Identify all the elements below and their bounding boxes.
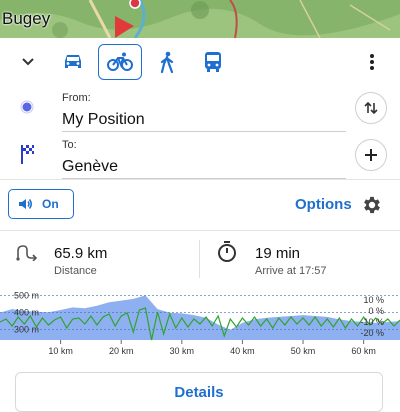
divider: [0, 230, 400, 231]
x-tick-label: 10 km: [48, 346, 73, 356]
to-label: To:: [62, 139, 77, 151]
options-link[interactable]: Options: [295, 196, 352, 213]
mode-transit-button[interactable]: [191, 44, 235, 80]
stats-separator: [199, 240, 200, 278]
voice-guidance-toggle[interactable]: On: [8, 189, 74, 219]
from-label: From:: [62, 92, 91, 104]
arrival-time-label: Arrive at 17:57: [255, 265, 327, 277]
details-button-label: Details: [174, 383, 224, 401]
add-waypoint-button[interactable]: [355, 139, 387, 171]
bus-icon: [205, 52, 221, 72]
swap-route-button[interactable]: [355, 92, 387, 124]
start-point-icon: [20, 100, 34, 114]
route-sheet: From: My Position To: Genève On Options: [0, 38, 400, 412]
right-tick-label: -20 %: [360, 328, 384, 338]
from-underline: [62, 131, 346, 132]
distance-value: 65.9 km: [54, 245, 108, 262]
more-vertical-icon: [370, 54, 374, 70]
chevron-down-icon: [22, 58, 34, 66]
more-options-button[interactable]: [358, 46, 386, 78]
stopwatch-icon: [218, 241, 236, 262]
route-distance-icon: [16, 245, 38, 261]
settings-button[interactable]: [359, 192, 385, 218]
right-tick-label: -10 %: [360, 317, 384, 327]
destination-flag-icon: [21, 145, 34, 164]
map-terrain: [0, 0, 400, 38]
right-tick-label: 10 %: [363, 295, 384, 305]
from-field[interactable]: My Position: [62, 111, 145, 129]
x-tick-label: 40 km: [230, 346, 255, 356]
transport-mode-bar: [0, 42, 400, 82]
map-view[interactable]: Bugey: [0, 0, 400, 38]
x-tick-label: 60 km: [351, 346, 376, 356]
swap-vertical-icon: [364, 101, 378, 115]
mode-car-button[interactable]: [51, 44, 95, 80]
x-tick-label: 30 km: [170, 346, 195, 356]
location-marker-icon: [129, 0, 141, 9]
mode-bike-button[interactable]: [98, 44, 142, 80]
voice-toggle-label: On: [42, 197, 59, 211]
car-icon: [65, 55, 81, 68]
bicycle-icon: [107, 52, 133, 71]
details-button[interactable]: Details: [15, 372, 383, 412]
walking-icon: [160, 51, 174, 73]
collapse-button[interactable]: [12, 46, 44, 78]
x-tick-label: 20 km: [109, 346, 134, 356]
mode-walk-button[interactable]: [145, 44, 189, 80]
to-field[interactable]: Genève: [62, 158, 118, 176]
duration-value: 19 min: [255, 245, 301, 262]
x-tick-label: 50 km: [291, 346, 316, 356]
y-tick-label: 500 m: [14, 292, 39, 300]
plus-icon: [365, 149, 377, 161]
speaker-icon: [19, 199, 32, 209]
right-tick-label: 0 %: [368, 306, 384, 316]
destination-flag-icon: [115, 16, 134, 38]
map-place-label: Bugey: [2, 9, 51, 28]
elevation-profile-chart[interactable]: 500 m400 m300 m10 %0 %-10 %-20 %10 km 20 …: [0, 292, 400, 358]
distance-label: Distance: [54, 265, 97, 277]
y-tick-label: 400 m: [14, 308, 39, 318]
gear-icon: [364, 196, 380, 214]
divider: [0, 179, 400, 180]
